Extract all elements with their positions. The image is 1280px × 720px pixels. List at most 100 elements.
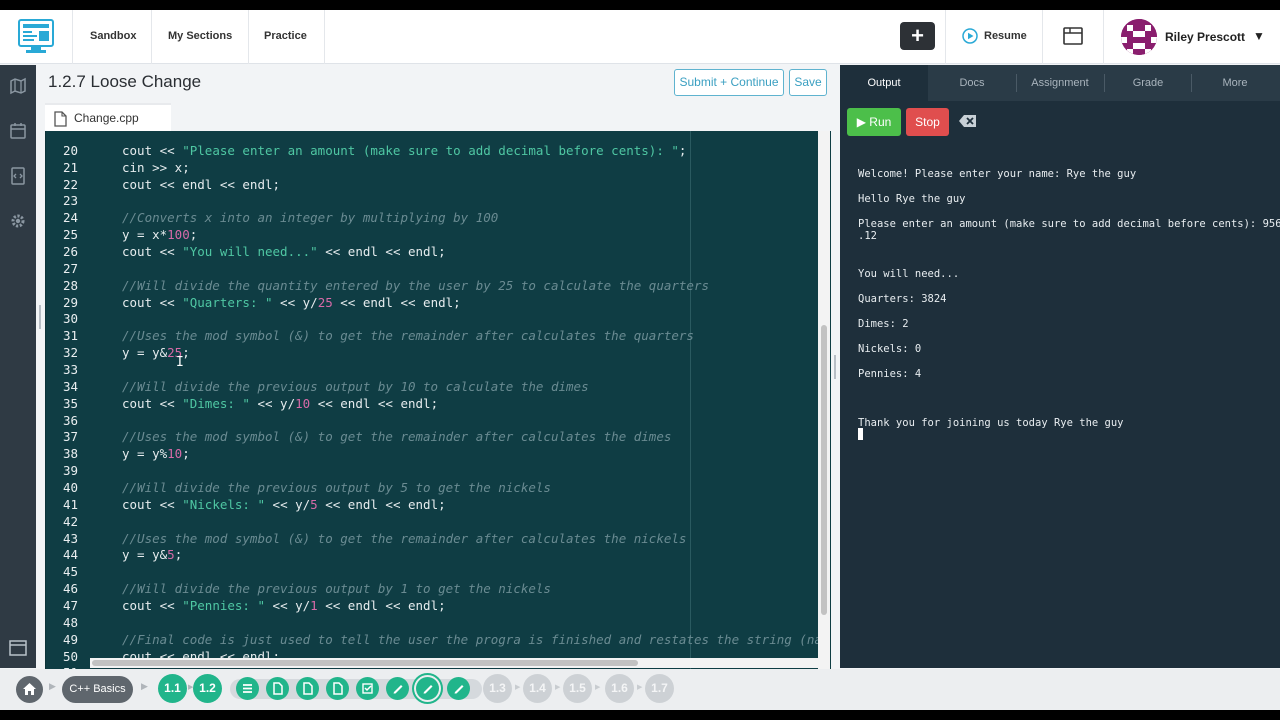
nav-sandbox[interactable]: Sandbox [90,30,136,42]
code-line[interactable]: cin >> x; [122,160,190,175]
home-button[interactable] [16,676,43,703]
console-line: Dimes: 2 [858,318,909,330]
save-button[interactable]: Save [789,69,827,96]
line-number: 20 [62,143,78,158]
lesson-item[interactable] [326,677,349,700]
user-name[interactable]: Riley Prescott [1165,30,1245,44]
nav-practice[interactable]: Practice [264,30,307,42]
resume-button[interactable]: Resume [962,28,1027,44]
line-number: 32 [62,345,78,360]
unit-node-1-4[interactable]: 1.4 [523,674,552,703]
course-button[interactable]: C++ Basics [62,676,133,703]
code-editor[interactable]: 20 21 22 23 24 25 26 27 28 29 30 31 32 3… [45,131,831,669]
pane-resize-handle[interactable] [834,355,836,379]
code-comment[interactable]: //Converts x into an integer by multiply… [122,210,498,225]
app-window: Sandbox My Sections Practice + Resume Ri… [0,10,1280,710]
lesson-item[interactable] [386,677,409,700]
tab-more[interactable]: More [1191,65,1279,101]
run-button[interactable]: ▶ Run [847,108,901,136]
code-comment[interactable]: //Will divide the quantity entered by th… [122,278,709,293]
tab-docs[interactable]: Docs [928,65,1016,101]
line-number: 38 [62,446,78,461]
code-line[interactable]: cout << "You will need..." << endl << en… [122,244,446,259]
chevron-right-icon: ▶ [595,684,601,691]
console-line: Please enter an amount (make sure to add… [858,218,1280,230]
lesson-item[interactable] [236,677,259,700]
scroll-thumb[interactable] [92,660,638,666]
file-tab[interactable]: Change.cpp [45,103,171,131]
code-comment[interactable]: //Will divide the previous output by 1 t… [122,581,551,596]
nav-divider [324,10,325,64]
code-comment[interactable]: //Will divide the previous output by 10 … [122,379,589,394]
chevron-right-icon: ▶ [141,681,148,691]
line-number: 26 [62,244,78,259]
console-line: Hello Rye the guy [858,193,966,205]
code-line[interactable]: y = y%10; [122,446,190,461]
progress-bar: ▶ C++ Basics ▶ 1.1 ▶ 1.2 1.3 ▶ 1.4 ▶ 1.5… [0,669,1280,710]
code-line[interactable]: cout << "Nickels: " << y/5 << endl << en… [122,497,446,512]
code-comment[interactable]: //Final code is just used to tell the us… [122,632,822,647]
unit-node-1-2[interactable]: 1.2 [193,674,222,703]
lesson-item[interactable] [447,677,470,700]
code-comment[interactable]: //Uses the mod symbol (&) to get the rem… [122,531,686,546]
nav-divider [151,10,152,64]
layout-icon[interactable] [9,639,27,657]
pencil-icon [423,685,433,694]
code-line[interactable]: cout << "Quarters: " << y/25 << endl << … [122,295,461,310]
code-line[interactable]: cout << "Pennies: " << y/1 << endl << en… [122,598,446,613]
tab-grade[interactable]: Grade [1104,65,1192,101]
gear-icon[interactable] [9,212,27,230]
unit-node-1-7[interactable]: 1.7 [645,674,674,703]
line-number: 47 [62,598,78,613]
line-number: 21 [62,160,78,175]
rail-resize-handle[interactable] [39,305,41,329]
lesson-item[interactable] [356,677,379,700]
avatar[interactable] [1121,19,1157,55]
nav-my-sections[interactable]: My Sections [168,30,232,42]
code-line[interactable]: cout << endl << endl; [122,177,280,192]
line-number: 41 [62,497,78,512]
editor-horizontal-scrollbar[interactable] [90,658,818,668]
window-icon[interactable] [1063,27,1083,45]
line-number: 36 [62,413,78,428]
submit-continue-button[interactable]: Submit + Continue [674,69,784,96]
print-margin-guide [690,131,691,669]
create-button[interactable]: + [900,22,935,50]
unit-node-1-5[interactable]: 1.5 [563,674,592,703]
codehs-logo[interactable] [18,19,54,55]
code-line[interactable]: y = x*100; [122,227,197,242]
console-line: Quarters: 3824 [858,293,947,305]
line-number: 29 [62,295,78,310]
clear-output-icon[interactable] [959,115,977,127]
map-icon[interactable] [9,77,27,95]
code-comment[interactable]: //Uses the mod symbol (&) to get the rem… [122,328,694,343]
code-line[interactable]: cout << "Please enter an amount (make su… [122,143,686,158]
line-number: 40 [62,480,78,495]
scroll-thumb[interactable] [821,325,827,615]
tab-output[interactable]: Output [840,65,928,101]
code-line[interactable]: cout << "Dimes: " << y/10 << endl << end… [122,396,438,411]
terminal-cursor[interactable] [858,428,863,440]
line-number: 50 [62,649,78,664]
lesson-item[interactable] [296,677,319,700]
unit-node-1-3[interactable]: 1.3 [483,674,512,703]
unit-node-1-6[interactable]: 1.6 [605,674,634,703]
code-file-icon[interactable] [9,167,27,185]
unit-node-1-1[interactable]: 1.1 [158,674,187,703]
code-line[interactable]: y = y&5; [122,547,182,562]
editor-vertical-scrollbar[interactable] [818,131,830,669]
list-icon [243,684,252,693]
lesson-item-current[interactable] [416,677,439,700]
line-number: 30 [62,311,78,326]
code-comment[interactable]: //Will divide the previous output by 5 t… [122,480,551,495]
stop-button[interactable]: Stop [906,108,949,136]
calendar-icon[interactable] [9,122,27,140]
tab-assignment[interactable]: Assignment [1016,65,1104,101]
lesson-item[interactable] [266,677,289,700]
page-title: 1.2.7 Loose Change [48,72,202,91]
code-comment[interactable]: //Uses the mod symbol (&) to get the rem… [122,429,671,444]
checkbox-icon [362,683,373,694]
chevron-right-icon: ▶ [49,681,56,691]
line-number: 37 [62,429,78,444]
chevron-down-icon[interactable]: ▼ [1253,29,1265,43]
